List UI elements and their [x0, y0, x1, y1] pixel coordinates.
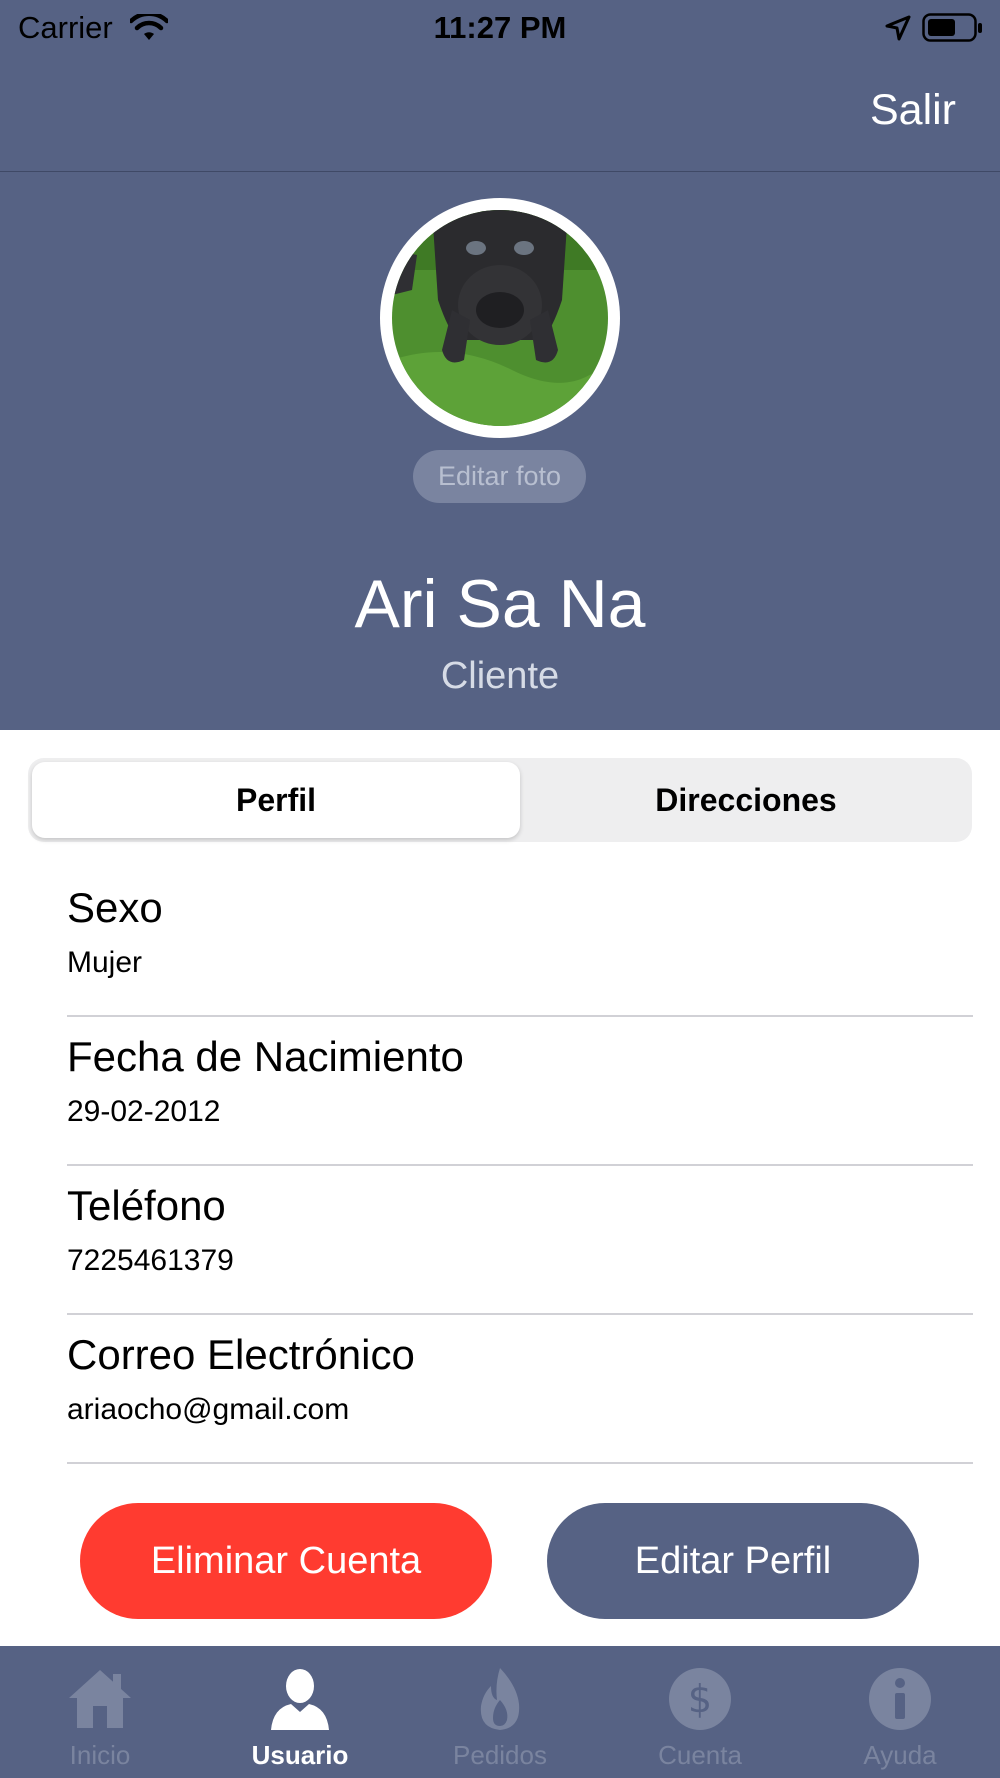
user-name: Ari Sa Na	[354, 566, 646, 642]
navigation-bar: Salir	[0, 56, 1000, 172]
field-row: Correo Electrónico ariaocho@gmail.com	[67, 1313, 973, 1464]
tab-label: Ayuda	[863, 1740, 937, 1770]
field-label: Correo Electrónico	[67, 1331, 415, 1378]
tab-inicio[interactable]: Inicio	[0, 1646, 200, 1778]
field-label: Teléfono	[67, 1182, 226, 1229]
profile-segmented-control: Perfil Direcciones	[28, 758, 972, 842]
dollar-icon: $	[667, 1666, 733, 1732]
field-row: Sexo Mujer	[67, 866, 973, 1017]
flame-icon	[467, 1666, 533, 1732]
tab-ayuda[interactable]: Ayuda	[800, 1646, 1000, 1778]
tab-label: Cuenta	[658, 1740, 742, 1770]
edit-profile-button[interactable]: Editar Perfil	[547, 1503, 919, 1619]
tab-bar: Inicio Usuario Pedidos $ Cuenta Ayuda	[0, 1646, 1000, 1778]
edit-photo-button[interactable]: Editar foto	[413, 450, 586, 503]
field-value: Mujer	[67, 946, 143, 979]
location-arrow-icon	[884, 14, 912, 47]
user-role: Cliente	[440, 655, 560, 697]
info-icon	[867, 1666, 933, 1732]
field-row: Fecha de Nacimiento 29-02-2012	[67, 1015, 973, 1166]
segment-addresses[interactable]: Direcciones	[524, 762, 968, 838]
avatar[interactable]	[380, 198, 620, 438]
segment-profile[interactable]: Perfil	[32, 762, 520, 838]
field-value: 29-02-2012	[67, 1095, 221, 1128]
tab-label: Pedidos	[453, 1740, 547, 1770]
logout-button[interactable]: Salir	[870, 86, 956, 135]
field-value: 7225461379	[67, 1244, 234, 1277]
tab-label: Usuario	[251, 1740, 349, 1770]
user-icon	[267, 1666, 333, 1732]
tab-cuenta[interactable]: $ Cuenta	[600, 1646, 800, 1778]
clock-label: 11:27 PM	[433, 10, 567, 45]
field-row: Teléfono 7225461379	[67, 1164, 973, 1315]
tab-pedidos[interactable]: Pedidos	[400, 1646, 600, 1778]
home-icon	[67, 1666, 133, 1732]
field-value: ariaocho@gmail.com	[67, 1393, 350, 1426]
profile-photo	[392, 210, 608, 426]
svg-text:$: $	[688, 1677, 712, 1721]
field-label: Fecha de Nacimiento	[67, 1033, 464, 1080]
field-label: Sexo	[67, 884, 163, 931]
delete-account-button[interactable]: Eliminar Cuenta	[80, 1503, 492, 1619]
tab-usuario[interactable]: Usuario	[200, 1646, 400, 1778]
tab-label: Inicio	[69, 1740, 131, 1770]
battery-icon	[922, 13, 984, 48]
profile-header: Carrier 11:27 PM Salir Editar foto Ari S…	[0, 0, 1000, 730]
status-bar: Carrier 11:27 PM	[0, 0, 1000, 56]
